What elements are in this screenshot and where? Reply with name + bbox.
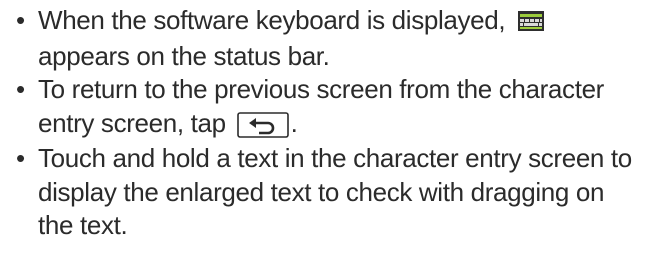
bullet-text-part-2: .	[290, 107, 298, 138]
bullet-text-part-1: When the software keyboard is displayed,	[38, 5, 513, 35]
bullet-item-keyboard-indicator: • When the software keyboard is displaye…	[14, 4, 644, 73]
bullet-dot: •	[16, 143, 25, 173]
bullet-text-part-2: appears on the status bar.	[38, 40, 330, 71]
back-key-icon	[233, 109, 291, 143]
bullet-dot: •	[16, 5, 25, 35]
bullet-item-touch-and-hold: • Touch and hold a text in the character…	[14, 142, 644, 243]
keyboard-icon	[512, 6, 545, 40]
bullet-dot: •	[16, 74, 25, 104]
bullet-list: • When the software keyboard is displaye…	[14, 0, 644, 243]
bullet-text: Touch and hold a text in the character e…	[38, 143, 632, 240]
bullet-item-return-previous: • To return to the previous screen from …	[14, 73, 644, 142]
bullet-text-part-1: To return to the previous screen from th…	[38, 74, 604, 138]
